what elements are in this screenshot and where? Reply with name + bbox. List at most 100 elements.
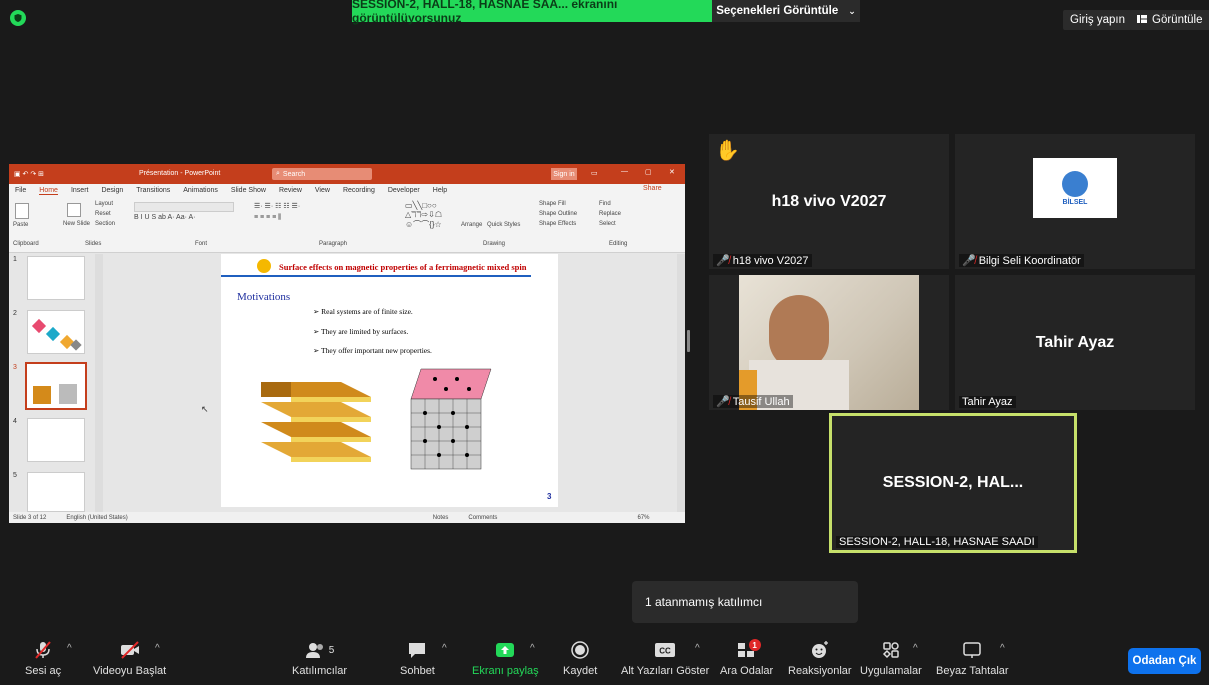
paste-label: Paste bbox=[13, 222, 29, 228]
audio-options-caret-icon[interactable]: ^ bbox=[67, 643, 72, 654]
thumb-number: 5 bbox=[13, 472, 17, 479]
shape-outline-label[interactable]: Shape Outline bbox=[539, 211, 577, 217]
ppt-menu-item[interactable]: Recording bbox=[343, 187, 375, 194]
ppt-menu-item[interactable]: Insert bbox=[71, 187, 89, 194]
record-button[interactable]: Kaydet bbox=[563, 637, 597, 677]
ppt-menu-item[interactable]: Help bbox=[433, 187, 447, 194]
participant-tile[interactable]: 🎤̸ Tausif Ullah bbox=[709, 275, 949, 410]
participant-tile[interactable]: ✋ h18 vivo V2027 🎤̸ h18 vivo V2027 bbox=[709, 134, 949, 269]
find-label[interactable]: Find bbox=[599, 201, 611, 207]
new-slide-icon[interactable] bbox=[67, 203, 81, 217]
leave-button[interactable]: Odadan Çık bbox=[1128, 648, 1201, 674]
slide-thumbnail[interactable] bbox=[27, 256, 85, 300]
quick-styles-label[interactable]: Quick Styles bbox=[487, 222, 520, 228]
ppt-title-bar: ▣ ↶ ↷ ⊞ Présentation - PowerPoint ⌕ Sear… bbox=[9, 164, 685, 184]
ppt-menu-item[interactable]: Developer bbox=[388, 187, 420, 194]
status-comments[interactable]: Comments bbox=[468, 515, 497, 521]
arrange-label[interactable]: Arrange bbox=[461, 222, 482, 228]
thumb-number: 3 bbox=[13, 364, 17, 371]
paste-icon[interactable] bbox=[15, 203, 29, 219]
muted-mic-icon: 🎤̸ bbox=[962, 255, 976, 267]
editor-scrollbar[interactable] bbox=[677, 254, 685, 512]
save-icon[interactable]: ▣ ↶ ↷ ⊞ bbox=[14, 170, 44, 178]
slide-editor[interactable]: Surface effects on magnetic properties o… bbox=[105, 254, 685, 512]
bullet-text: They are limited by surfaces. bbox=[321, 327, 409, 336]
ppt-signin-button[interactable]: Sign in bbox=[551, 168, 577, 180]
chevron-down-icon: ⌄ bbox=[848, 5, 856, 16]
active-speaker-tile[interactable]: SESSION-2, HAL... SESSION-2, HALL-18, HA… bbox=[829, 413, 1077, 553]
layout-label[interactable]: Layout bbox=[95, 201, 113, 207]
ppt-menu-item[interactable]: Animations bbox=[183, 187, 218, 194]
thumbs-scrollbar[interactable] bbox=[95, 254, 103, 512]
font-format-buttons[interactable]: B I U S ab A· Aa· A· bbox=[134, 214, 195, 221]
slide-thumbnail[interactable] bbox=[27, 418, 85, 462]
reactions-button[interactable]: Reaksiyonlar bbox=[788, 637, 852, 677]
maximize-icon[interactable]: ▢ bbox=[645, 168, 652, 176]
security-shield-icon[interactable] bbox=[10, 10, 26, 26]
slide-title: Surface effects on magnetic properties o… bbox=[279, 262, 527, 272]
reset-label[interactable]: Reset bbox=[95, 211, 111, 217]
shape-fill-label[interactable]: Shape Fill bbox=[539, 201, 566, 207]
paragraph-buttons[interactable]: ☰· ☰· ☷ ☷ ☰· bbox=[254, 202, 300, 210]
thumb-layers bbox=[33, 386, 51, 404]
view-button[interactable]: Görüntüle bbox=[1130, 10, 1209, 30]
status-notes[interactable]: Notes bbox=[433, 515, 449, 521]
slide-page-number: 3 bbox=[547, 492, 552, 501]
slide-thumbnail[interactable] bbox=[27, 310, 85, 354]
participant-name-label: 🎤̸ Tausif Ullah bbox=[713, 395, 793, 408]
captions-options-caret-icon[interactable]: ^ bbox=[695, 643, 700, 654]
participant-tile[interactable]: Tahir Ayaz Tahir Ayaz bbox=[955, 275, 1195, 410]
view-options-button[interactable]: Seçenekleri Görüntüle ⌄ bbox=[712, 0, 860, 22]
slide-thumbnails-pane[interactable]: 1 2 3 4 5 bbox=[9, 254, 105, 512]
chat-options-caret-icon[interactable]: ^ bbox=[442, 643, 447, 654]
participant-name: Tausif Ullah bbox=[732, 395, 790, 408]
slide-thumbnail-selected[interactable] bbox=[25, 362, 87, 410]
minimize-icon[interactable]: — bbox=[621, 168, 628, 175]
ppt-menu-item[interactable]: Home bbox=[39, 187, 58, 195]
close-icon[interactable]: ✕ bbox=[669, 168, 675, 176]
ppt-ribbon: Paste New Slide Layout Reset Section B I… bbox=[9, 197, 685, 253]
ppt-menu-item[interactable]: View bbox=[315, 187, 330, 194]
ppt-menu-item[interactable]: File bbox=[15, 187, 26, 194]
slide-heading: Motivations bbox=[237, 291, 291, 303]
status-zoom[interactable]: 67% bbox=[637, 515, 649, 521]
unassigned-participants-tooltip: 1 atanmamış katılımcı bbox=[632, 581, 858, 623]
ppt-menu-item[interactable]: Review bbox=[279, 187, 302, 194]
apps-options-caret-icon[interactable]: ^ bbox=[913, 643, 918, 654]
share-screen-button[interactable]: Ekranı paylaş bbox=[472, 637, 539, 677]
ppt-menu-item[interactable]: Transitions bbox=[136, 187, 170, 194]
participant-display-name: h18 vivo V2027 bbox=[771, 192, 887, 210]
select-label[interactable]: Select bbox=[599, 221, 616, 227]
replace-label[interactable]: Replace bbox=[599, 211, 621, 217]
sign-in-button[interactable]: Giriş yapın bbox=[1063, 10, 1132, 30]
ribbon-display-icon[interactable]: ▭ bbox=[591, 169, 598, 177]
whiteboards-button[interactable]: Beyaz Tahtalar bbox=[936, 637, 1009, 677]
share-options-caret-icon[interactable]: ^ bbox=[530, 643, 535, 654]
whiteboards-options-caret-icon[interactable]: ^ bbox=[1000, 643, 1005, 654]
chat-button[interactable]: Sohbet bbox=[400, 637, 435, 677]
title-bullet-circle bbox=[257, 259, 271, 273]
participants-button[interactable]: 5 Katılımcılar bbox=[292, 637, 347, 677]
current-slide[interactable]: Surface effects on magnetic properties o… bbox=[221, 254, 558, 507]
participant-tile[interactable]: BİLSEL 🎤̸ Bilgi Seli Koordinatör bbox=[955, 134, 1195, 269]
shape-effects-label[interactable]: Shape Effects bbox=[539, 221, 576, 227]
ppt-share-button[interactable]: Share bbox=[643, 185, 662, 192]
font-name-select[interactable] bbox=[134, 202, 234, 212]
status-slide-count: Slide 3 of 12 bbox=[13, 514, 47, 521]
unmute-button[interactable]: Sesi aç bbox=[25, 637, 61, 677]
slide-thumbnail[interactable] bbox=[27, 472, 85, 512]
muted-mic-icon: 🎤̸ bbox=[716, 255, 730, 267]
align-buttons[interactable]: ≡ ≡ ≡ ≡ ⫼ bbox=[254, 214, 281, 222]
shapes-gallery[interactable]: ▭╲╲□○○ △ℸℸ⇨⇩☖ ☺⌒⌒{}☆ bbox=[405, 201, 442, 230]
chat-label: Sohbet bbox=[400, 665, 435, 677]
breakout-rooms-button[interactable]: 1 Ara Odalar bbox=[720, 637, 773, 677]
panel-resize-handle[interactable] bbox=[687, 330, 690, 352]
chat-bubble-icon bbox=[407, 637, 427, 663]
section-label[interactable]: Section bbox=[95, 221, 115, 227]
ppt-menu-item[interactable]: Slide Show bbox=[231, 187, 266, 194]
bilsel-logo-mark bbox=[1062, 170, 1088, 197]
ppt-menu-item[interactable]: Design bbox=[101, 187, 123, 194]
shared-screen[interactable]: ▣ ↶ ↷ ⊞ Présentation - PowerPoint ⌕ Sear… bbox=[9, 164, 685, 523]
video-options-caret-icon[interactable]: ^ bbox=[155, 643, 160, 654]
ppt-search-box[interactable]: ⌕ Search bbox=[272, 168, 372, 180]
